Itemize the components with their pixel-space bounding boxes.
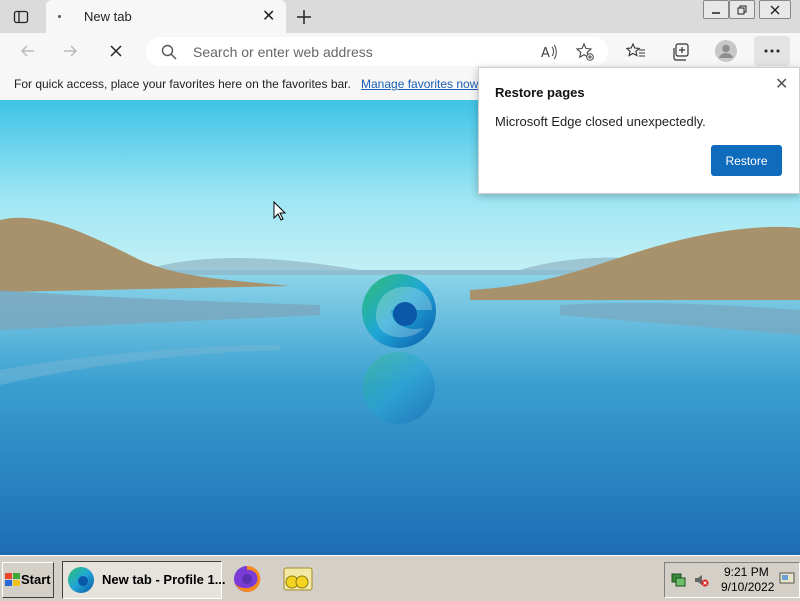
edge-icon	[67, 566, 95, 599]
forward-arrow-icon	[64, 45, 78, 57]
dialog-title: Restore pages	[495, 85, 585, 100]
plus-icon	[297, 10, 311, 24]
minimize-icon	[712, 11, 720, 14]
tab-title: New tab	[84, 9, 132, 24]
read-aloud-icon[interactable]: A	[539, 42, 559, 62]
edge-logo-icon	[362, 274, 436, 348]
tab-actions-icon[interactable]	[10, 6, 32, 28]
minimize-button[interactable]	[703, 0, 729, 19]
stop-icon	[110, 45, 122, 57]
search-icon	[160, 43, 178, 61]
restore-window-icon	[737, 5, 747, 14]
taskbar: Start New tab - Profile 1... 9:21 PM 9/1…	[0, 555, 800, 601]
show-desktop-icon[interactable]	[778, 570, 796, 586]
tab-close-icon[interactable]: ✕	[262, 6, 275, 26]
address-input[interactable]: Search or enter web address	[193, 44, 373, 60]
tab-loading-icon	[58, 15, 61, 18]
volume-muted-icon[interactable]	[693, 572, 709, 588]
dialog-message: Microsoft Edge closed unexpectedly.	[495, 114, 706, 129]
svg-text:A: A	[541, 46, 550, 60]
favorites-message: For quick access, place your favorites h…	[14, 77, 351, 91]
start-label: Start	[21, 572, 51, 587]
new-tab-button[interactable]	[292, 5, 316, 29]
favorites-icon[interactable]	[624, 40, 648, 64]
restore-pages-dialog: Restore pages ✕ Microsoft Edge closed un…	[478, 67, 800, 194]
network-icon[interactable]	[671, 572, 687, 588]
fruit-app-icon[interactable]	[281, 563, 315, 595]
back-button[interactable]	[16, 39, 40, 63]
settings-more-button[interactable]	[754, 36, 790, 66]
firefox-icon[interactable]	[231, 563, 263, 595]
back-arrow-icon	[20, 45, 34, 57]
tab-new-tab[interactable]: New tab ✕	[46, 0, 286, 33]
clock-time: 9:21 PM	[724, 565, 769, 579]
taskbar-window-title: New tab - Profile 1...	[102, 572, 226, 587]
restore-button[interactable]: Restore	[711, 145, 782, 176]
title-bar: New tab ✕	[0, 0, 800, 33]
restore-button[interactable]	[729, 0, 755, 19]
close-window-button[interactable]	[759, 0, 791, 19]
stop-loading-button[interactable]	[104, 39, 128, 63]
more-dots-icon	[764, 49, 780, 53]
taskbar-edge-window[interactable]: New tab - Profile 1...	[62, 561, 226, 599]
close-icon	[770, 5, 780, 14]
forward-button[interactable]	[58, 39, 82, 63]
address-bar[interactable]: Search or enter web address A	[146, 37, 608, 66]
add-favorite-icon[interactable]	[575, 42, 595, 62]
clock-date: 9/10/2022	[721, 580, 775, 594]
windows-logo-icon	[5, 573, 20, 592]
manage-favorites-link[interactable]: Manage favorites now	[361, 77, 478, 91]
collections-icon[interactable]	[669, 40, 693, 64]
start-button[interactable]: Start	[2, 562, 54, 598]
close-icon[interactable]: ✕	[775, 74, 788, 94]
profile-avatar-icon[interactable]	[714, 39, 738, 63]
